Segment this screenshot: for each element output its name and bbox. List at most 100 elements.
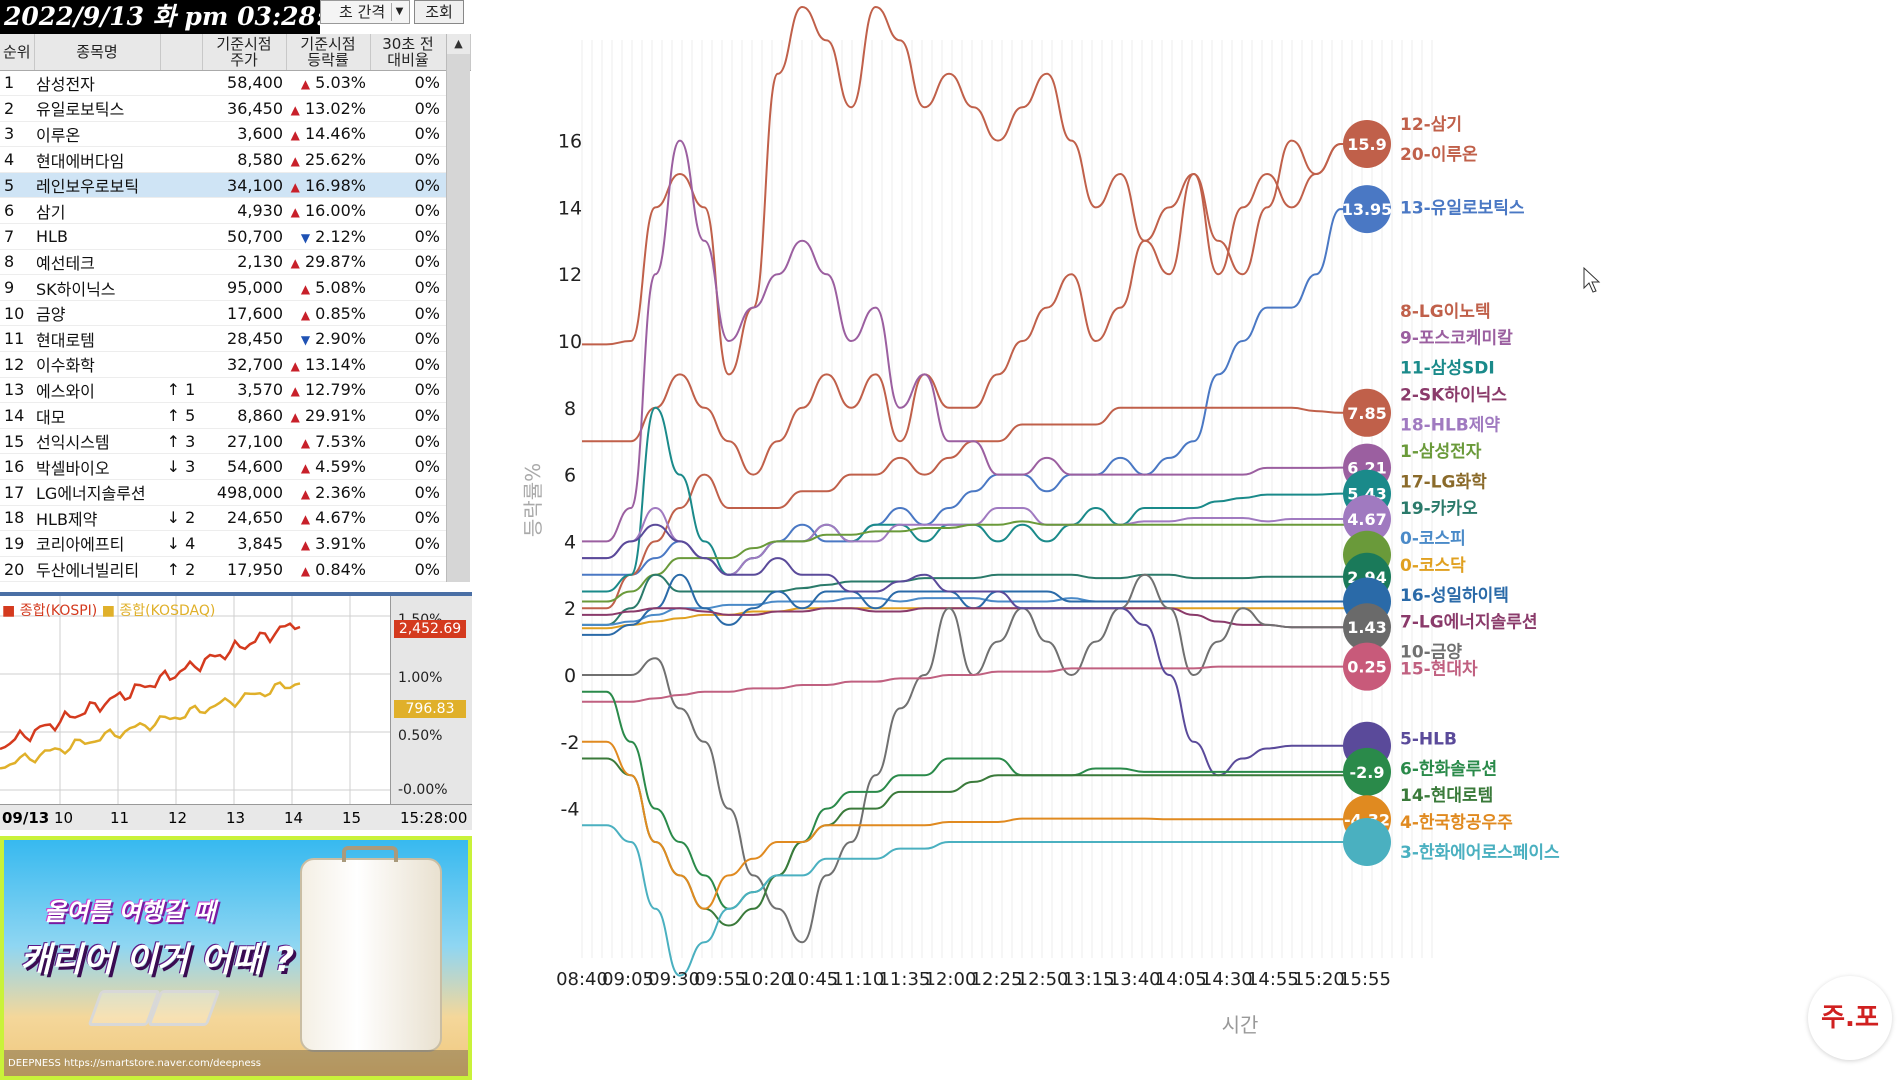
- table-row[interactable]: 1 삼성전자 58,400 ▲ 5.03% 0%: [0, 70, 470, 97]
- series-legend-label: 1-삼성전자: [1400, 442, 1482, 462]
- end-value-bubble: [1343, 818, 1391, 866]
- ranking-table: 순위 종목명 기준시점 주가 기준시점 등락률 30초 전 대비율 1 삼성전자 5…: [0, 34, 471, 583]
- table-row[interactable]: 18 HLB제약 ↓ 2 24,650 ▲ 4.67% 0%: [0, 505, 470, 532]
- suitcase-icon: [300, 846, 442, 1052]
- d30-cell: 0%: [370, 428, 446, 455]
- mouse-cursor-icon: [1583, 266, 1601, 293]
- series-legend-label: 11-삼성SDI: [1400, 359, 1495, 379]
- x-tick-label: 10:20: [740, 969, 792, 990]
- table-row[interactable]: 20 두산에너빌리티 ↑ 2 17,950 ▲ 0.84% 0%: [0, 556, 470, 583]
- col-price: 기준시점 주가: [202, 34, 287, 71]
- mini-x-label: 14: [284, 809, 304, 827]
- price-cell: 32,700: [202, 351, 286, 378]
- table-row[interactable]: 2 유일로보틱스 36,450 ▲ 13.02% 0%: [0, 95, 470, 122]
- d30-cell: 0%: [370, 95, 446, 122]
- col-name: 종목명: [34, 34, 161, 71]
- rate-cell: ▼ 2.90%: [286, 325, 370, 353]
- scroll-up-icon[interactable]: ▲: [447, 34, 470, 54]
- table-row[interactable]: 11 현대로템 28,450 ▼ 2.90% 0%: [0, 325, 470, 353]
- y-tick-label: 4: [564, 531, 576, 553]
- table-header: 순위 종목명 기준시점 주가 기준시점 등락률 30초 전 대비율: [0, 34, 471, 71]
- up-triangle-icon: ▲: [300, 461, 311, 476]
- col-change: [160, 34, 203, 71]
- table-row[interactable]: 17 LG에너지솔루션 498,000 ▲ 2.36% 0%: [0, 479, 470, 506]
- rate-cell: ▲ 25.62%: [286, 146, 370, 173]
- d30-cell: 0%: [370, 530, 446, 557]
- series-legend-label: 3-한화에어로스페이스: [1400, 843, 1560, 863]
- rank-change-cell: ↓ 3: [160, 453, 202, 480]
- kosdaq-legend: 종합(KOSDAQ): [119, 603, 216, 619]
- table-row[interactable]: 5 레인보우로보틱 34,100 ▲ 16.98% 0%: [0, 172, 470, 199]
- rank-cell: 20: [0, 556, 34, 583]
- rank-cell: 12: [0, 351, 34, 378]
- series-legend-label: 4-한국항공우주: [1400, 812, 1513, 833]
- table-row[interactable]: 3 이루온 3,600 ▲ 14.46% 0%: [0, 121, 470, 148]
- table-row[interactable]: 7 HLB 50,700 ▼ 2.12% 0%: [0, 223, 470, 250]
- up-triangle-icon: ▲: [290, 154, 300, 169]
- d30-cell: 0%: [370, 402, 446, 429]
- price-cell: 36,450: [202, 95, 286, 122]
- table-row[interactable]: 8 예선테크 2,130 ▲ 29.87% 0%: [0, 249, 470, 276]
- kospi-legend: 종합(KOSPI): [19, 603, 98, 619]
- table-row[interactable]: 15 선익시스템 ↑ 3 27,100 ▲ 7.53% 0%: [0, 428, 470, 455]
- x-axis-title: 시간: [1222, 1013, 1259, 1037]
- rate-cell: ▼ 2.12%: [286, 223, 370, 250]
- table-row[interactable]: 4 현대에버다임 8,580 ▲ 25.62% 0%: [0, 146, 470, 173]
- rank-cell: 15: [0, 428, 34, 455]
- d30-cell: 0%: [370, 172, 446, 199]
- series-line: [581, 665, 1365, 703]
- up-triangle-icon: ▲: [300, 77, 311, 92]
- table-row[interactable]: 14 대모 ↑ 5 8,860 ▲ 29.91% 0%: [0, 402, 470, 429]
- y-tick-label: 10: [558, 331, 582, 353]
- table-row[interactable]: 13 에스와이 ↑ 1 3,570 ▲ 12.79% 0%: [0, 377, 470, 404]
- series-legend-label: 16-성일하이텍: [1400, 586, 1509, 606]
- series-line: [581, 520, 1365, 603]
- stock-name-cell: 현대로템: [34, 325, 160, 353]
- ad-footer: DEEPNESS https://smartstore.naver.com/de…: [4, 1050, 468, 1076]
- d30-cell: 0%: [370, 351, 446, 378]
- rate-cell: ▲ 29.91%: [286, 402, 370, 429]
- rank-cell: 2: [0, 95, 34, 122]
- up-triangle-icon: ▲: [300, 307, 311, 322]
- y-tick-label: 6: [564, 465, 576, 487]
- table-row[interactable]: 16 박셀바이오 ↓ 3 54,600 ▲ 4.59% 0%: [0, 453, 470, 480]
- mini-chart-plot: [0, 596, 390, 804]
- up-triangle-icon: ▲: [290, 384, 300, 399]
- stock-name-cell: 코리아에프티: [34, 530, 160, 557]
- down-triangle-icon: ▼: [300, 230, 311, 245]
- price-cell: 17,600: [202, 300, 286, 327]
- stock-name-cell: 삼성전자: [34, 70, 160, 97]
- stock-name-cell: 금양: [34, 300, 160, 327]
- x-tick-label: 12:00: [925, 969, 977, 990]
- rank-cell: 7: [0, 223, 34, 250]
- chart-plot: 15.913.957.856.215.434.672.941.430.25-2.…: [521, 5, 1601, 1037]
- x-tick-label: 12:25: [971, 969, 1023, 990]
- table-row[interactable]: 10 금양 17,600 ▲ 0.85% 0%: [0, 300, 470, 327]
- table-scrollbar[interactable]: ▲: [446, 34, 470, 582]
- x-tick-label: 13:15: [1063, 969, 1115, 990]
- x-tick-label: 13:40: [1109, 969, 1161, 990]
- y-tick-label: -4: [561, 799, 580, 821]
- rate-cell: ▲ 4.67%: [286, 505, 370, 532]
- chevron-down-icon[interactable]: ▼: [391, 3, 407, 21]
- table-row[interactable]: 12 이수화학 32,700 ▲ 13.14% 0%: [0, 351, 470, 378]
- table-row[interactable]: 19 코리아에프티 ↓ 4 3,845 ▲ 3.91% 0%: [0, 530, 470, 557]
- series-line: [582, 740, 1365, 910]
- interval-select[interactable]: 초 간격 ▼: [320, 0, 410, 24]
- rank-change-cell: ↑ 2: [160, 556, 202, 583]
- ad-banner[interactable]: 올여름 여행갈 때 캐리어 이거 어때 ? DEEPNESS https://s…: [0, 836, 472, 1080]
- x-tick-label: 14:55: [1247, 969, 1299, 990]
- series-legend-label: 15-현대차: [1400, 659, 1478, 679]
- table-row[interactable]: 6 삼기 4,930 ▲ 16.00% 0%: [0, 197, 470, 225]
- query-button[interactable]: 조회: [414, 0, 464, 24]
- price-cell: 24,650: [202, 505, 286, 532]
- x-tick-label: 12:50: [1017, 969, 1069, 990]
- mini-y-label: 1.00%: [398, 670, 443, 686]
- end-value-label: 4.67: [1347, 510, 1386, 529]
- price-cell: 3,600: [202, 121, 286, 148]
- mini-time-label: 15:28:00: [400, 809, 468, 827]
- x-tick-label: 15:55: [1339, 969, 1391, 990]
- stock-name-cell: 삼기: [34, 197, 160, 225]
- table-row[interactable]: 9 SK하이닉스 95,000 ▲ 5.08% 0%: [0, 274, 470, 301]
- col-30s: 30초 전 대비율: [370, 34, 447, 71]
